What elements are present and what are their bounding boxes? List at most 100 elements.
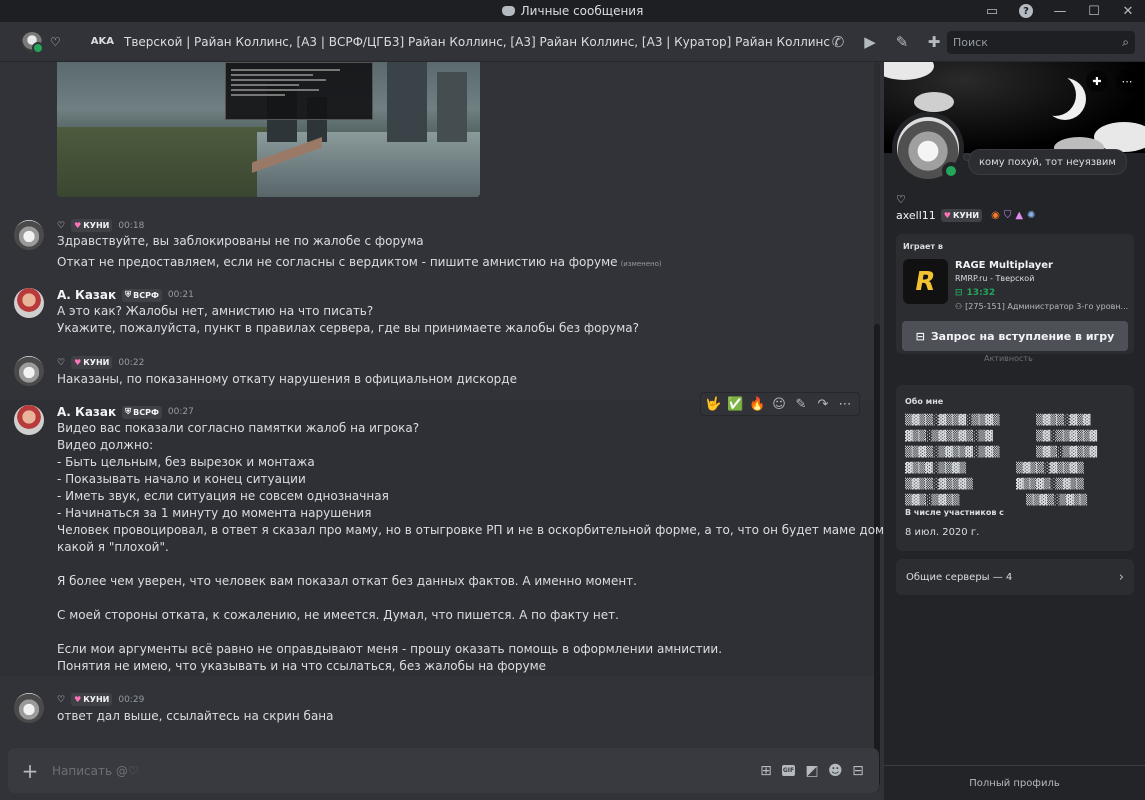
- pin-icon[interactable]: ✎: [893, 33, 911, 51]
- window-controls: ▭ ? — ☐ ✕: [975, 0, 1145, 22]
- message-input[interactable]: [52, 763, 759, 778]
- about-text-garbled: ▓▒▒░▒▓▒▒▓▒░▒▓: [905, 431, 993, 442]
- avatar[interactable]: [14, 693, 44, 723]
- message-group: ♡ ♥ КУНИ 00:29 ответ дал выше, ссылайтесь…: [0, 687, 874, 732]
- message-header: А. Казак ⛨ ВСРФ 00:27: [57, 405, 194, 419]
- clan-tag[interactable]: ♥ КУНИ: [71, 693, 113, 706]
- quest-badge-icon[interactable]: ✺: [1027, 210, 1035, 221]
- full-profile-button[interactable]: Полный профиль: [884, 765, 1145, 800]
- hypesquad-badge-icon[interactable]: ◉: [991, 210, 1000, 221]
- sticker-icon[interactable]: ◩: [805, 763, 819, 779]
- header-avatar[interactable]: [22, 31, 44, 54]
- timestamp: 00:29: [118, 694, 145, 705]
- message-text: А это как? Жалобы нет, амнистию на что п…: [57, 304, 374, 318]
- composer-tools: ⊞ GIF ◩ ☻ ⊟: [759, 763, 865, 779]
- controller-icon: ⊟: [955, 288, 963, 298]
- timestamp: 00:27: [167, 407, 194, 417]
- activity-card: Играет в R RAGE Multiplayer RMRP.ru - Тв…: [896, 234, 1134, 354]
- clan-tag[interactable]: ♥ КУНИ: [71, 219, 113, 232]
- mutual-servers-row[interactable]: Общие серверы — 4 ›: [896, 559, 1134, 595]
- edited-label: (изменено): [620, 260, 662, 268]
- clan-tag[interactable]: ♥ КУНИ: [71, 356, 113, 369]
- chevron-right-icon: ›: [1118, 569, 1124, 585]
- profile-more-icon[interactable]: ⋯: [1116, 70, 1138, 92]
- profile-username: axell11: [896, 209, 936, 222]
- author-name[interactable]: ♡: [57, 358, 65, 368]
- help-icon[interactable]: ?: [1009, 0, 1043, 22]
- maximize-button[interactable]: ☐: [1077, 0, 1111, 22]
- avatar[interactable]: [14, 356, 44, 386]
- timestamp: 00:22: [118, 357, 145, 368]
- profile-clan-tag[interactable]: ♥ КУНИ: [940, 209, 983, 222]
- game-state: ⚇ [275-151] Администратор 3-го уровн...: [955, 302, 1129, 311]
- search-bar[interactable]: ⌕: [947, 31, 1135, 54]
- message-text: Я более чем уверен, что человек вам пока…: [57, 574, 637, 588]
- reaction-fire-icon[interactable]: 🔥: [749, 397, 765, 412]
- mutual-servers-label: Общие серверы — 4: [906, 571, 1013, 583]
- emoji-icon[interactable]: ☻: [828, 763, 843, 779]
- author-name[interactable]: А. Казак: [57, 288, 116, 302]
- avatar[interactable]: [14, 220, 44, 250]
- add-member-icon[interactable]: ✚: [925, 33, 943, 51]
- message-text: ответ дал выше, ссылайтесь на скрин бана: [57, 709, 334, 723]
- inbox-icon[interactable]: ▭: [975, 0, 1009, 22]
- reaction-check-icon[interactable]: ✅: [727, 397, 743, 412]
- message-text: - Начинаться за 1 минуту до момента нару…: [57, 506, 372, 520]
- window-titlebar: Личные сообщения ▭ ? — ☐ ✕: [0, 0, 1145, 22]
- clan-tag[interactable]: ⛨ ВСРФ: [122, 405, 162, 419]
- discord-logo-icon: [501, 6, 515, 16]
- chat-area: ♡ ♥ КУНИ 00:18 Здравствуйте, вы заблокиро…: [0, 62, 884, 800]
- message-group: ♡ ♥ КУНИ 00:18 Здравствуйте, вы заблокиро…: [0, 212, 874, 272]
- message-composer: + ⊞ GIF ◩ ☻ ⊟: [8, 748, 879, 793]
- gif-icon[interactable]: GIF: [782, 763, 796, 779]
- edit-icon[interactable]: ✎: [793, 397, 809, 412]
- search-input[interactable]: [953, 36, 1123, 49]
- profile-username-row: axell11 ♥ КУНИ ◉ ⛉ ▲ ✺: [896, 209, 1035, 222]
- heart-icon: ♥: [74, 695, 82, 704]
- author-name[interactable]: ♡: [57, 221, 65, 231]
- profile-avatar[interactable]: [892, 112, 964, 184]
- image-building: [437, 72, 467, 142]
- forward-icon[interactable]: ↷: [815, 397, 831, 412]
- join-game-button[interactable]: ⊟ Запрос на вступление в игру: [902, 321, 1128, 351]
- message-group: А. Казак ⛨ ВСРФ 00:27 Видео вас показали …: [0, 400, 884, 676]
- video-icon[interactable]: ▶: [861, 33, 879, 51]
- author-name[interactable]: А. Казак: [57, 405, 116, 419]
- message-text: Видео вас показали согласно памятки жало…: [57, 421, 420, 435]
- about-text-garbled: ▒▓▒▒░▓▒▓: [1036, 415, 1091, 426]
- activity-header: Играет в: [903, 242, 943, 251]
- players-icon: ⚇: [955, 302, 963, 311]
- clan-tag[interactable]: ⛨ ВСРФ: [122, 288, 162, 302]
- about-text-garbled: ▓▒▒▓▒░▒▓▒▒: [1016, 479, 1084, 490]
- about-text-garbled: ▓▒▒▓░▒▒▓▒: [905, 463, 966, 474]
- avatar[interactable]: [14, 288, 44, 318]
- member-since-date: 8 июл. 2020 г.: [905, 527, 980, 538]
- about-text-garbled: ▒▓▒░▒▓▒▒: [905, 495, 960, 506]
- add-reaction-icon[interactable]: ☺: [771, 397, 787, 412]
- close-button[interactable]: ✕: [1111, 0, 1145, 22]
- gift-icon[interactable]: ⊞: [759, 763, 773, 779]
- reaction-rock-icon[interactable]: 🤟: [705, 397, 721, 412]
- profile-display-name: ♡: [896, 193, 906, 206]
- phone-icon[interactable]: ✆: [829, 33, 847, 51]
- message-text: Понятия не имею, что указывать и на что …: [57, 659, 547, 673]
- message-header: ♡ ♥ КУНИ 00:29: [57, 693, 144, 706]
- scrollbar-thumb[interactable]: [874, 324, 880, 786]
- more-icon[interactable]: ⋯: [837, 397, 853, 412]
- author-name[interactable]: ♡: [57, 695, 65, 705]
- boost-badge-icon[interactable]: ▲: [1015, 210, 1023, 221]
- attach-plus-icon[interactable]: +: [8, 759, 52, 783]
- nitro-badge-icon[interactable]: ⛉: [1004, 210, 1012, 221]
- about-text-garbled: ▒▓▒░▒▓▒▒▓: [1036, 447, 1097, 458]
- message-text: - Показывать начало и конец ситуации: [57, 472, 306, 486]
- message-header: А. Казак ⛨ ВСРФ 00:21: [57, 288, 194, 302]
- image-ban-panel: [225, 62, 373, 120]
- add-friend-icon[interactable]: ✚: [1086, 70, 1108, 92]
- avatar[interactable]: [14, 405, 44, 435]
- game-details: RMRP.ru - Тверской: [955, 274, 1035, 283]
- activity-icon[interactable]: ⊟: [851, 763, 865, 779]
- header-display-name[interactable]: ♡: [50, 35, 61, 49]
- attached-image[interactable]: [57, 62, 480, 197]
- image-building: [387, 62, 427, 142]
- minimize-button[interactable]: —: [1043, 0, 1077, 22]
